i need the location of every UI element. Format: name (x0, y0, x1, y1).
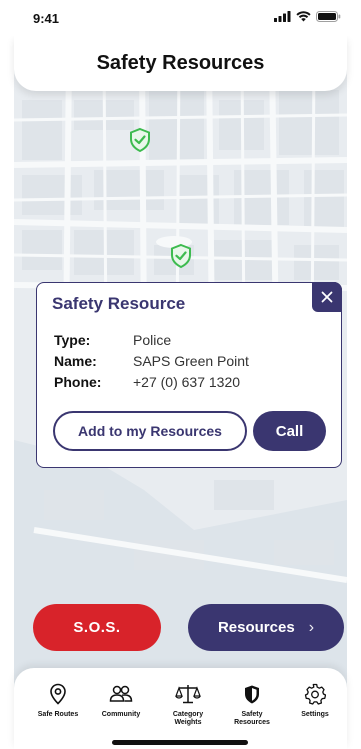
nav-item-safety-resources[interactable]: Safety Resources (222, 682, 282, 727)
chevron-right-icon: › (308, 618, 315, 636)
info-label: Name: (54, 353, 97, 369)
nav-label: Category Weights (172, 711, 204, 726)
nav-item-safe-routes[interactable]: Safe Routes (28, 682, 88, 719)
gear-icon (304, 683, 326, 705)
nav-label: Settings (301, 711, 329, 718)
status-bar: 9:41 (0, 0, 361, 36)
close-button[interactable] (312, 282, 342, 312)
nav-item-settings[interactable]: Settings (285, 682, 345, 719)
resource-popup: Safety Resource Type: Police Name: SAPS … (36, 282, 342, 468)
status-time: 9:41 (33, 11, 60, 26)
info-row-phone: Phone: +27 (0) 637 1320 (54, 374, 240, 390)
info-value: Police (133, 332, 172, 348)
wifi-icon (296, 11, 311, 22)
shield-check-icon (130, 127, 150, 153)
location-pin-icon (50, 683, 66, 705)
info-row-type: Type: Police (54, 332, 171, 348)
info-label: Phone: (54, 374, 102, 390)
people-icon (109, 685, 133, 702)
sos-button[interactable]: S.O.S. (33, 604, 161, 651)
map-pin-resource-1[interactable] (127, 127, 153, 153)
map-pin-resource-selected[interactable] (168, 243, 194, 269)
close-icon (321, 291, 333, 303)
resources-button[interactable]: Resources › (188, 604, 344, 651)
home-indicator (112, 740, 248, 745)
nav-label: Community (101, 711, 141, 718)
nav-label: Safety Resources (234, 711, 270, 726)
page-header: Safety Resources (14, 36, 347, 91)
signal-icon (274, 11, 291, 22)
info-label: Type: (54, 332, 91, 348)
nav-label: Safe Routes (37, 711, 79, 718)
status-icons (274, 11, 341, 22)
info-row-name: Name: SAPS Green Point (54, 353, 249, 369)
page-title: Safety Resources (96, 52, 265, 74)
add-to-resources-button[interactable]: Add to my Resources (53, 411, 247, 451)
nav-item-category-weights[interactable]: Category Weights (158, 682, 218, 727)
call-button[interactable]: Call (253, 411, 326, 451)
shield-icon (245, 685, 259, 703)
popup-title: Safety Resource (52, 294, 186, 313)
battery-icon (316, 11, 341, 22)
bottom-nav: Safe Routes Community Category Weights S… (14, 668, 347, 749)
info-value: +27 (0) 637 1320 (133, 374, 241, 390)
info-value: SAPS Green Point (133, 353, 249, 369)
scales-icon (175, 685, 201, 704)
shield-check-icon (171, 243, 191, 269)
app-screen: 9:41 Safety Resources Safety Resource Ty… (0, 0, 361, 749)
resources-label: Resources (217, 619, 295, 636)
nav-item-community[interactable]: Community (91, 682, 151, 719)
